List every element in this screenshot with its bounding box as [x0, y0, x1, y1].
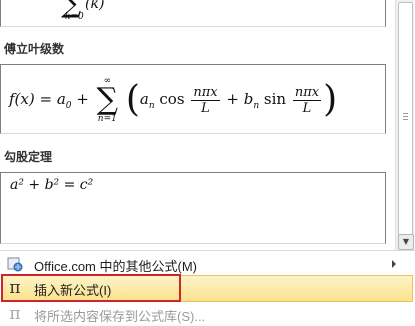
- gallery-scrollbar[interactable]: ▼: [395, 0, 414, 250]
- formula-fourier-series[interactable]: f(x) = a0 + ∞ ∑ n=1 (an cos nπx L + bn si…: [0, 64, 386, 134]
- menu-item-label: 插入新公式(I): [34, 283, 112, 298]
- fourier-formula: f(x) = a0 + ∞ ∑ n=1 (an cos nπx L + bn si…: [9, 76, 338, 124]
- pi-save-icon: π: [9, 304, 21, 324]
- pythagorean-formula: a² + b² = c²: [10, 177, 94, 193]
- section-label-pythagorean: 勾股定理: [4, 150, 53, 164]
- scrollbar-thumb[interactable]: [398, 2, 413, 236]
- submenu-arrow-icon: [392, 260, 396, 268]
- gallery-item-top[interactable]: ∑ k=0 (k): [0, 0, 386, 27]
- office-globe-icon: [6, 255, 24, 273]
- pi-icon: π: [9, 278, 21, 298]
- top-formula-lower: k=0: [65, 12, 84, 22]
- equation-gallery: ∑ k=0 (k) 傅立叶级数 f(x) = a0 + ∞ ∑ n=1 (an …: [0, 0, 395, 250]
- menu-divider: [0, 250, 415, 251]
- menu-item-insert-new-equation[interactable]: π 插入新公式(I): [0, 276, 410, 300]
- menu-item-label: 将所选内容保存到公式库(S)...: [34, 309, 206, 324]
- formula-pythagorean[interactable]: a² + b² = c²: [0, 172, 386, 244]
- summation-icon: ∞ ∑ n=1: [96, 76, 119, 124]
- scroll-down-arrow-icon[interactable]: ▼: [398, 234, 414, 250]
- top-formula-tail: (k): [85, 0, 105, 12]
- menu-item-save-to-gallery[interactable]: π 将所选内容保存到公式库(S)...: [0, 302, 410, 326]
- menu-item-office-formulas[interactable]: Office.com 中的其他公式(M): [0, 252, 410, 276]
- menu-item-label: Office.com 中的其他公式(M): [34, 259, 197, 274]
- section-label-fourier: 傅立叶级数: [4, 42, 65, 56]
